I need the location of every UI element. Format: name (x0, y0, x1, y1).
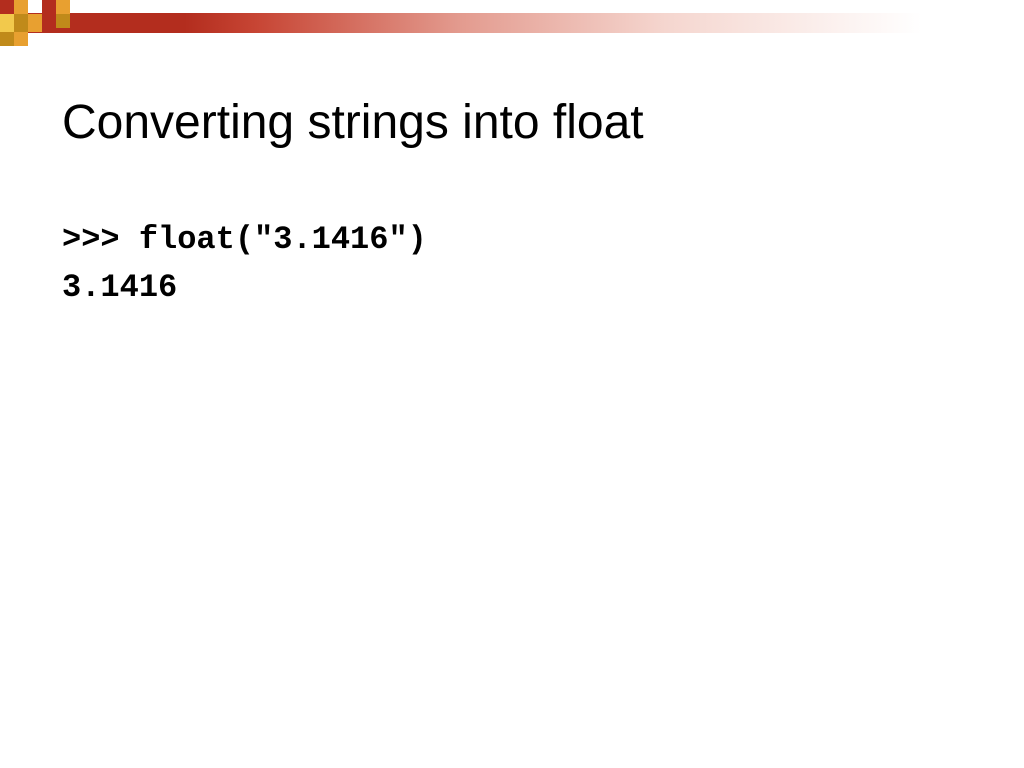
code-line-input: >>> float("3.1416") (62, 216, 427, 264)
slide-title: Converting strings into float (62, 95, 644, 150)
pixel-decoration (0, 0, 80, 50)
code-example: >>> float("3.1416") 3.1416 (62, 216, 427, 312)
code-line-output: 3.1416 (62, 264, 427, 312)
header-gradient-bar (0, 13, 1024, 33)
